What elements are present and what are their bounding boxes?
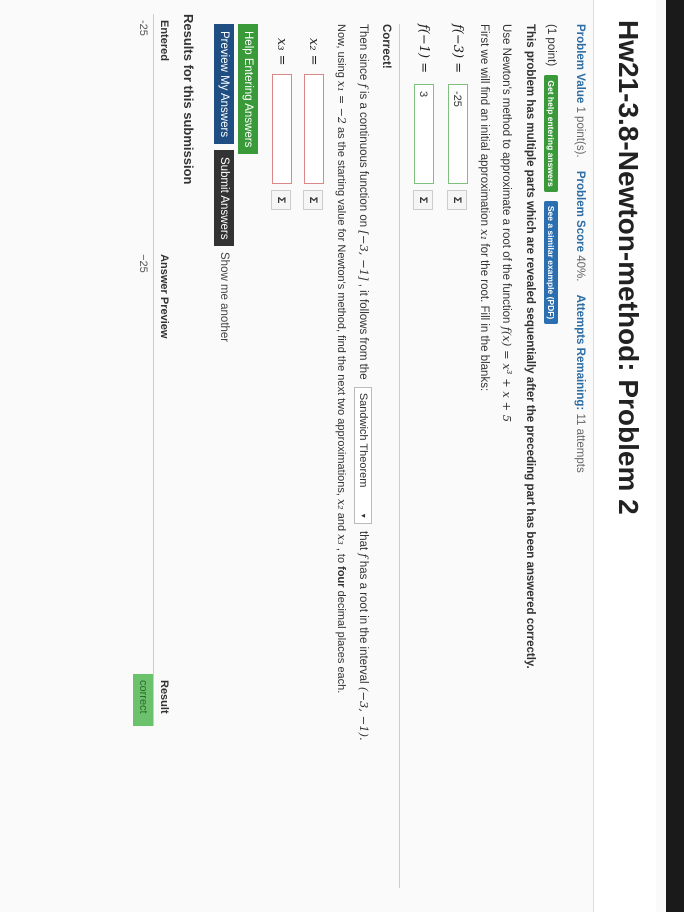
then-f: f	[356, 83, 371, 88]
then-prefix: Then since	[356, 24, 369, 81]
problem-content: Problem Value 1 point(s). Problem Score …	[0, 0, 594, 912]
answer-input-x2[interactable]	[304, 74, 324, 184]
then-f2: f	[356, 553, 371, 558]
problem-points: (1 point)	[544, 24, 557, 67]
first-step-var: x₁	[478, 229, 492, 241]
theorem-select-value: Sandwich Theorem	[357, 392, 369, 488]
results-title: Results for this submission	[181, 14, 196, 185]
then-suffix: that	[356, 531, 369, 551]
now-to: , to	[335, 547, 347, 564]
now-prefix: Now, using	[335, 24, 347, 78]
equation-editor-icon[interactable]: Σ	[413, 190, 433, 210]
results-column-header: Answer Preview	[153, 248, 174, 674]
now-and: and	[335, 512, 347, 532]
preview-answers-button[interactable]: Preview My Answers	[214, 24, 234, 145]
section-divider	[399, 24, 400, 888]
answer-input-f-neg3[interactable]: -25	[448, 84, 468, 184]
answer-input-x3[interactable]	[272, 74, 292, 184]
answer-label-x2: x₂ =	[306, 38, 321, 66]
show-another-link[interactable]: Show me another	[214, 252, 234, 342]
theorem-select[interactable]: Sandwich Theorem ▾	[354, 386, 372, 524]
now-x2: x₂	[335, 499, 348, 510]
similar-example-badge[interactable]: See a similar example (PDF)	[544, 200, 558, 325]
problem-value: 1 point(s).	[574, 106, 586, 158]
result-cell: correct	[133, 674, 154, 726]
page: Hw21-3.8-Newton-method: Problem 2 Proble…	[0, 0, 666, 912]
then-root: has a root in the interval	[356, 560, 369, 684]
now-mid: as the starting value for Newton's metho…	[335, 126, 347, 496]
answer-input-f-neg1[interactable]: 3	[414, 84, 434, 184]
chevron-down-icon: ▾	[359, 513, 368, 518]
title-bar: Hw21-3.8-Newton-method: Problem 2	[593, 0, 656, 912]
help-entering-badge[interactable]: Get help entering answers	[544, 75, 558, 192]
problem-score-label: Problem Score	[574, 170, 586, 252]
now-x1: x₁ = −2	[335, 80, 348, 124]
equation-editor-icon[interactable]: Σ	[303, 190, 323, 210]
first-step-row: First we will find an initial approximat…	[478, 24, 492, 391]
attempts-label: Attempts Remaining:	[574, 294, 586, 411]
results-column-header: Entered	[153, 14, 174, 249]
results-table: Entered Answer Preview Result -25 −25 correct	[133, 14, 174, 726]
results-column-header: Result	[153, 674, 174, 726]
then-mid: is a continuous function on	[356, 90, 369, 228]
first-step-text: First we will find an initial approximat…	[478, 24, 490, 226]
answer-label-f-neg3: f(−3) =	[450, 24, 465, 74]
instruction-text: Use Newton's method to approximate a roo…	[500, 24, 512, 324]
then-follows: , it follows from the	[356, 283, 369, 380]
rotated-screen: Hw21-3.8-Newton-method: Problem 2 Proble…	[0, 0, 684, 912]
answer-preview-cell: −25	[137, 254, 149, 273]
entered-cell: -25	[137, 20, 149, 36]
answer-label-x3: x₃ =	[274, 38, 289, 66]
now-tail: decimal places each.	[335, 590, 347, 694]
table-row: -25 −25 correct	[133, 14, 154, 726]
help-entering-answers-button[interactable]: Help Entering Answers	[238, 24, 258, 155]
attempts-remaining: 11 attempts	[574, 413, 586, 473]
then-interval: [−3, −1]	[356, 230, 371, 281]
equation-editor-icon[interactable]: Σ	[271, 190, 291, 210]
results-header-row: Entered Answer Preview Result	[153, 14, 174, 726]
problem-score: 40%.	[574, 255, 586, 282]
sequential-notice: This problem has multiple parts which ar…	[524, 24, 536, 669]
function-expression: f(x) = x³ + x + 5	[500, 326, 514, 423]
problem-value-label: Problem Value	[574, 24, 586, 104]
browser-chrome	[666, 0, 684, 912]
newton-row: Now, using x₁ = −2 as the starting value…	[335, 24, 348, 693]
submit-answers-button[interactable]: Submit Answers	[214, 150, 234, 247]
instruction-row: Use Newton's method to approximate a roo…	[500, 24, 514, 422]
equation-editor-icon[interactable]: Σ	[447, 190, 467, 210]
now-four: four	[335, 566, 347, 588]
answer-label-f-neg1: f(−1) =	[416, 24, 431, 74]
first-step-tail: for the root. Fill in the blanks:	[478, 243, 490, 392]
then-interval2: (−3, −1).	[356, 686, 371, 741]
points-row: (1 point) Get help entering answers See …	[544, 24, 558, 325]
now-x3: x₃	[335, 534, 348, 545]
page-title: Hw21-3.8-Newton-method: Problem 2	[613, 20, 644, 515]
continuity-row: Then since f is a continuous function on…	[354, 24, 372, 741]
correct-label: Correct!	[380, 24, 392, 69]
problem-info-bar: Problem Value 1 point(s). Problem Score …	[574, 24, 586, 483]
